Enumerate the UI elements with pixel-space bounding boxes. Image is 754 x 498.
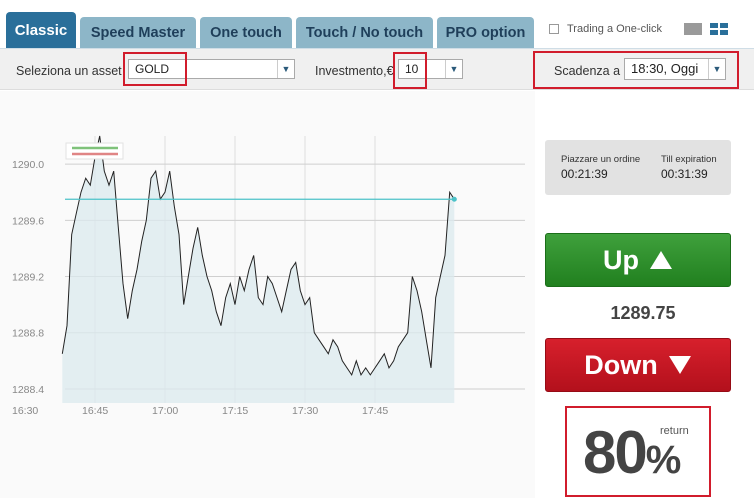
price-area (62, 136, 455, 403)
price-chart: 1290.0 1289.6 1289.2 1288.8 1288.4 16:30 16:45… (0, 91, 535, 498)
y-tick-label: 1289.2 (12, 272, 44, 284)
price-chart-svg: 1290.0 1289.6 1289.2 1288.8 1288.4 16:30 16:45… (12, 135, 525, 417)
up-button[interactable]: Up (545, 233, 731, 287)
current-price-dot (451, 196, 457, 202)
order-deadline-value: 00:21:39 (561, 167, 608, 181)
till-expiration-value: 00:31:39 (661, 167, 708, 181)
return-box: return 80% (565, 406, 711, 497)
y-tick-label: 1288.4 (12, 384, 44, 396)
x-tick-label: 17:30 (292, 405, 318, 417)
till-expiration-label: Till expiration (661, 154, 717, 165)
return-value: 80% (583, 418, 682, 487)
tab-touch-no-touch[interactable]: Touch / No touch (296, 17, 433, 48)
timer-panel: Piazzare un ordine 00:21:39 Till expirat… (545, 140, 731, 195)
tab-speed-master[interactable]: Speed Master (80, 17, 196, 48)
arrow-up-icon (650, 251, 672, 269)
arrow-down-icon (668, 356, 691, 374)
x-tick-label: 16:30 (12, 405, 38, 417)
one-click-label: Trading a One-click (567, 23, 662, 35)
up-label: Up (603, 244, 639, 275)
chevron-down-icon[interactable]: ▼ (277, 60, 294, 78)
y-tick-label: 1288.8 (12, 328, 44, 340)
investment-label: Investmento,€ (315, 64, 394, 78)
asset-label: Seleziona un asset (16, 64, 122, 78)
tab-one-touch[interactable]: One touch (200, 17, 292, 48)
trade-toolbar: Seleziona un asset GOLD ▼ Investmento,€ … (0, 48, 754, 90)
x-tick-label: 16:45 (82, 405, 108, 417)
x-tick-label: 17:15 (222, 405, 248, 417)
view-switcher (684, 23, 728, 35)
down-label: Down (584, 349, 658, 380)
tab-classic[interactable]: Classic (6, 12, 76, 48)
grid-view-icon[interactable] (710, 23, 728, 35)
chevron-down-icon[interactable]: ▼ (445, 60, 462, 78)
one-click-checkbox[interactable] (549, 24, 559, 34)
x-tick-label: 17:45 (362, 405, 388, 417)
order-deadline-label: Piazzare un ordine (561, 154, 641, 165)
tab-pro-option[interactable]: PRO option (437, 17, 534, 48)
product-tabs: Classic Speed Master One touch Touch / N… (0, 0, 754, 48)
legend-box (65, 142, 124, 160)
x-tick-label: 17:00 (152, 405, 178, 417)
y-tick-label: 1290.0 (12, 159, 44, 171)
one-click-toggle[interactable]: Trading a One-click (549, 23, 662, 35)
y-tick-label: 1289.6 (12, 215, 44, 227)
single-view-icon[interactable] (684, 23, 702, 35)
return-number: 80 (583, 419, 648, 486)
highlight-asset (123, 52, 187, 86)
highlight-expiry (533, 51, 739, 89)
highlight-investment (393, 52, 427, 89)
current-price: 1289.75 (610, 303, 676, 323)
down-button[interactable]: Down (545, 338, 731, 392)
return-unit: % (645, 438, 682, 482)
